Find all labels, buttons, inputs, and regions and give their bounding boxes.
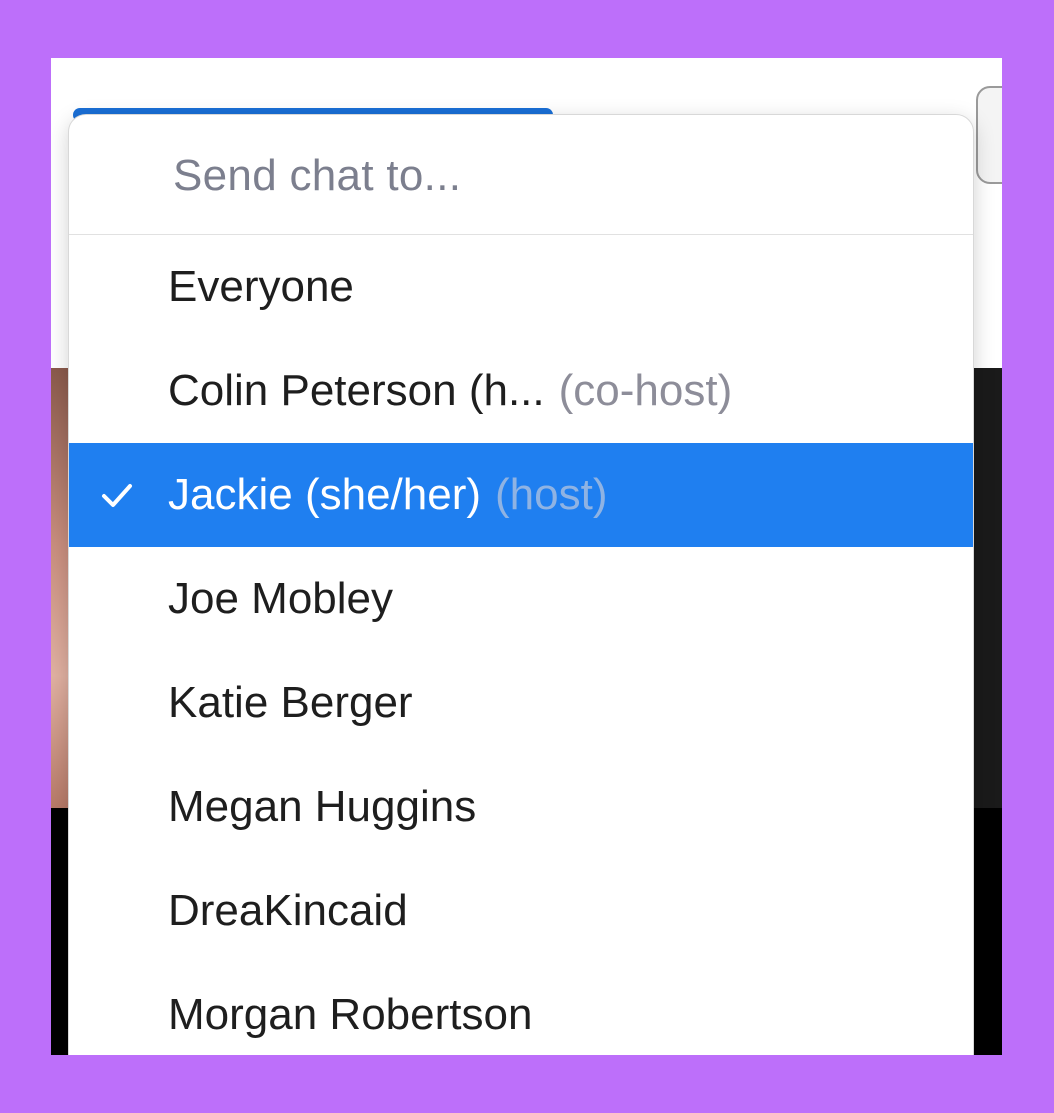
- menu-item-label: Everyone: [168, 262, 354, 311]
- send-chat-to-dropdown[interactable]: Send chat to... Everyone Colin Peterson …: [68, 114, 974, 1055]
- menu-item-label: Morgan Robertson: [168, 990, 533, 1039]
- menu-item-label: Jackie (she/her): [168, 470, 482, 519]
- menu-item-label: Joe Mobley: [168, 574, 394, 623]
- menu-item-megan-huggins[interactable]: Megan Huggins: [69, 755, 973, 859]
- menu-item-morgan-robertson[interactable]: Morgan Robertson: [69, 963, 973, 1055]
- menu-item-jackie[interactable]: Jackie (she/her) (host): [69, 443, 973, 547]
- dropdown-header: Send chat to...: [69, 115, 973, 235]
- checkmark-icon: [102, 484, 132, 507]
- menu-item-katie-berger[interactable]: Katie Berger: [69, 651, 973, 755]
- menu-item-label: DreaKincaid: [168, 886, 408, 935]
- menu-item-label: Megan Huggins: [168, 782, 477, 831]
- menu-item-everyone[interactable]: Everyone: [69, 235, 973, 339]
- menu-item-joe-mobley[interactable]: Joe Mobley: [69, 547, 973, 651]
- menu-item-role: (co-host): [558, 366, 733, 415]
- menu-item-colin-peterson[interactable]: Colin Peterson (h... (co-host): [69, 339, 973, 443]
- app-screen: Send chat to... Everyone Colin Peterson …: [51, 58, 1002, 1055]
- menu-item-label: Katie Berger: [168, 678, 413, 727]
- dropdown-header-label: Send chat to...: [173, 151, 462, 200]
- menu-item-dreakincaid[interactable]: DreaKincaid: [69, 859, 973, 963]
- menu-item-label: Colin Peterson (h...: [168, 366, 545, 415]
- background-video-edge: [971, 368, 1002, 808]
- menu-item-role: (host): [495, 470, 608, 519]
- background-button: [976, 86, 1002, 184]
